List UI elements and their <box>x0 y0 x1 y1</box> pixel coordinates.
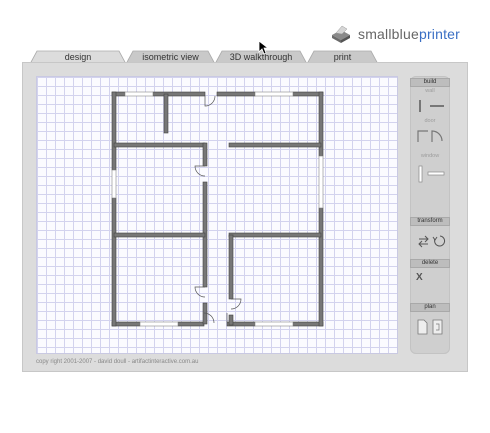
wall-tool-icons[interactable] <box>416 98 446 114</box>
mouse-cursor-icon <box>258 40 270 55</box>
panel-door-label: door <box>424 118 436 124</box>
window-tool-icons[interactable] <box>416 164 446 186</box>
transform-tool-icons[interactable] <box>416 231 446 251</box>
panel-build-header: build <box>410 78 450 87</box>
panel-transform-header: transform <box>410 217 450 226</box>
tool-panel: build wall door window transform delete … <box>410 76 450 354</box>
door-tool-icons[interactable] <box>416 128 446 146</box>
copyright-text: copy right 2001-2007 - david doull - art… <box>36 359 199 365</box>
delete-icon[interactable]: X <box>416 272 423 283</box>
panel-window-label: window <box>420 153 440 159</box>
floor-plan[interactable] <box>37 77 399 355</box>
panel-plan-header: plan <box>410 303 450 312</box>
plan-tool-icons[interactable] <box>416 318 446 336</box>
design-canvas[interactable] <box>36 76 398 354</box>
panel-wall-label: wall <box>425 88 435 94</box>
design-workspace: build wall door window transform delete … <box>22 62 468 372</box>
panel-delete-header: delete <box>410 259 450 268</box>
